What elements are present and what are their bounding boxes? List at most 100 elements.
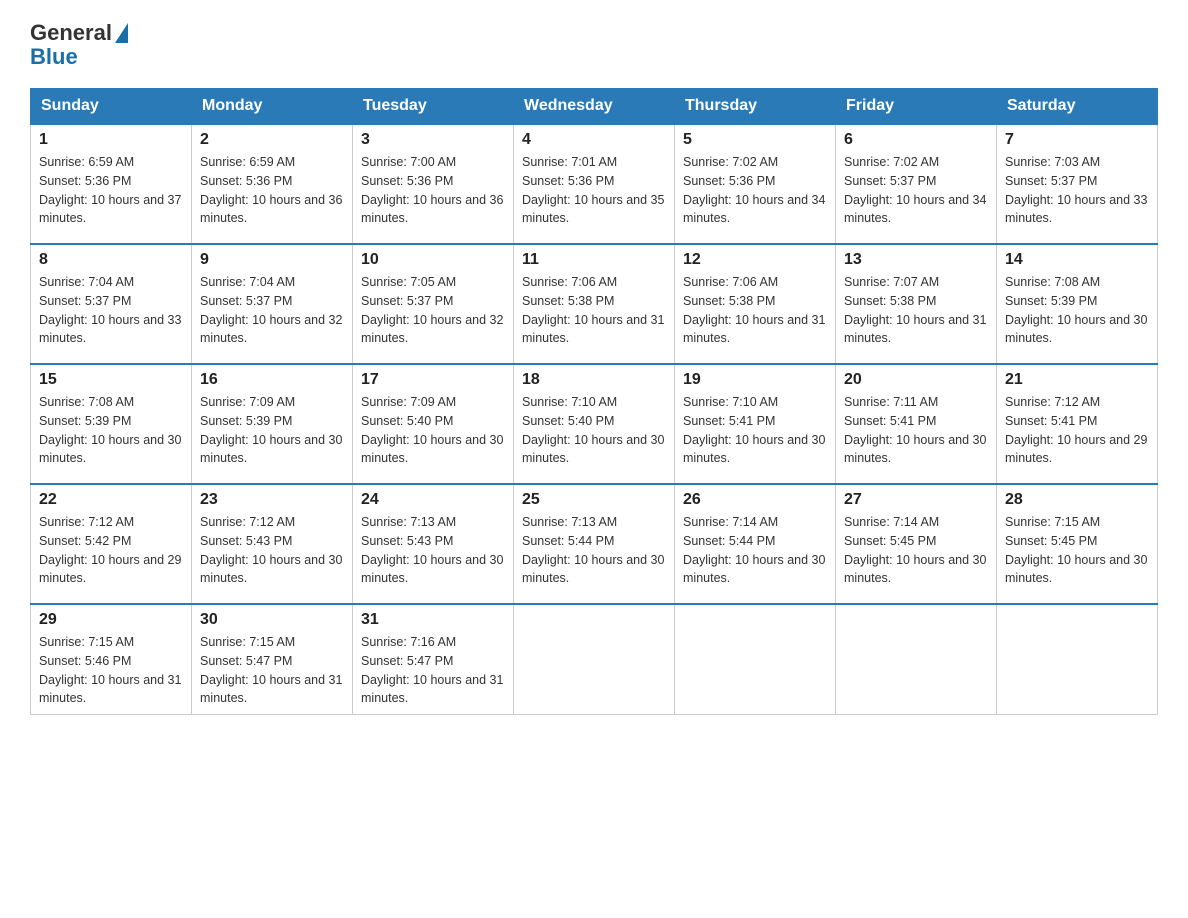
day-info: Sunrise: 7:06 AMSunset: 5:38 PMDaylight:… bbox=[522, 273, 666, 348]
day-info: Sunrise: 7:02 AMSunset: 5:36 PMDaylight:… bbox=[683, 153, 827, 228]
day-info: Sunrise: 7:09 AMSunset: 5:40 PMDaylight:… bbox=[361, 393, 505, 468]
day-info: Sunrise: 7:13 AMSunset: 5:43 PMDaylight:… bbox=[361, 513, 505, 588]
logo-blue-text: Blue bbox=[30, 44, 78, 70]
day-number: 3 bbox=[361, 131, 505, 149]
calendar-cell: 10 Sunrise: 7:05 AMSunset: 5:37 PMDaylig… bbox=[353, 244, 514, 364]
calendar-week-row: 15 Sunrise: 7:08 AMSunset: 5:39 PMDaylig… bbox=[31, 364, 1158, 484]
day-info: Sunrise: 7:03 AMSunset: 5:37 PMDaylight:… bbox=[1005, 153, 1149, 228]
day-info: Sunrise: 7:09 AMSunset: 5:39 PMDaylight:… bbox=[200, 393, 344, 468]
calendar-cell: 4 Sunrise: 7:01 AMSunset: 5:36 PMDayligh… bbox=[514, 124, 675, 244]
day-number: 12 bbox=[683, 251, 827, 269]
day-number: 8 bbox=[39, 251, 183, 269]
day-info: Sunrise: 7:12 AMSunset: 5:42 PMDaylight:… bbox=[39, 513, 183, 588]
day-info: Sunrise: 6:59 AMSunset: 5:36 PMDaylight:… bbox=[39, 153, 183, 228]
weekday-header-monday: Monday bbox=[192, 89, 353, 125]
calendar-cell: 25 Sunrise: 7:13 AMSunset: 5:44 PMDaylig… bbox=[514, 484, 675, 604]
day-info: Sunrise: 7:02 AMSunset: 5:37 PMDaylight:… bbox=[844, 153, 988, 228]
calendar-cell: 19 Sunrise: 7:10 AMSunset: 5:41 PMDaylig… bbox=[675, 364, 836, 484]
page-header: General Blue bbox=[30, 20, 1158, 70]
calendar-cell: 1 Sunrise: 6:59 AMSunset: 5:36 PMDayligh… bbox=[31, 124, 192, 244]
calendar-cell: 21 Sunrise: 7:12 AMSunset: 5:41 PMDaylig… bbox=[997, 364, 1158, 484]
calendar-cell: 12 Sunrise: 7:06 AMSunset: 5:38 PMDaylig… bbox=[675, 244, 836, 364]
calendar-cell: 22 Sunrise: 7:12 AMSunset: 5:42 PMDaylig… bbox=[31, 484, 192, 604]
day-info: Sunrise: 7:00 AMSunset: 5:36 PMDaylight:… bbox=[361, 153, 505, 228]
calendar-cell: 20 Sunrise: 7:11 AMSunset: 5:41 PMDaylig… bbox=[836, 364, 997, 484]
calendar-week-row: 29 Sunrise: 7:15 AMSunset: 5:46 PMDaylig… bbox=[31, 604, 1158, 715]
day-info: Sunrise: 7:01 AMSunset: 5:36 PMDaylight:… bbox=[522, 153, 666, 228]
day-info: Sunrise: 7:12 AMSunset: 5:43 PMDaylight:… bbox=[200, 513, 344, 588]
calendar-cell: 8 Sunrise: 7:04 AMSunset: 5:37 PMDayligh… bbox=[31, 244, 192, 364]
calendar-cell: 11 Sunrise: 7:06 AMSunset: 5:38 PMDaylig… bbox=[514, 244, 675, 364]
day-number: 19 bbox=[683, 371, 827, 389]
day-number: 22 bbox=[39, 491, 183, 509]
day-number: 17 bbox=[361, 371, 505, 389]
day-number: 26 bbox=[683, 491, 827, 509]
calendar-cell: 9 Sunrise: 7:04 AMSunset: 5:37 PMDayligh… bbox=[192, 244, 353, 364]
calendar-cell: 26 Sunrise: 7:14 AMSunset: 5:44 PMDaylig… bbox=[675, 484, 836, 604]
calendar-cell: 23 Sunrise: 7:12 AMSunset: 5:43 PMDaylig… bbox=[192, 484, 353, 604]
day-number: 31 bbox=[361, 611, 505, 629]
calendar-cell: 16 Sunrise: 7:09 AMSunset: 5:39 PMDaylig… bbox=[192, 364, 353, 484]
day-info: Sunrise: 7:10 AMSunset: 5:40 PMDaylight:… bbox=[522, 393, 666, 468]
day-info: Sunrise: 7:08 AMSunset: 5:39 PMDaylight:… bbox=[1005, 273, 1149, 348]
day-number: 7 bbox=[1005, 131, 1149, 149]
day-number: 29 bbox=[39, 611, 183, 629]
calendar-cell: 7 Sunrise: 7:03 AMSunset: 5:37 PMDayligh… bbox=[997, 124, 1158, 244]
calendar-cell bbox=[997, 604, 1158, 715]
day-number: 14 bbox=[1005, 251, 1149, 269]
day-info: Sunrise: 7:07 AMSunset: 5:38 PMDaylight:… bbox=[844, 273, 988, 348]
day-info: Sunrise: 7:12 AMSunset: 5:41 PMDaylight:… bbox=[1005, 393, 1149, 468]
day-info: Sunrise: 7:08 AMSunset: 5:39 PMDaylight:… bbox=[39, 393, 183, 468]
calendar-cell: 17 Sunrise: 7:09 AMSunset: 5:40 PMDaylig… bbox=[353, 364, 514, 484]
logo-general-text: General bbox=[30, 20, 112, 46]
logo: General Blue bbox=[30, 20, 128, 70]
day-number: 23 bbox=[200, 491, 344, 509]
calendar-cell: 2 Sunrise: 6:59 AMSunset: 5:36 PMDayligh… bbox=[192, 124, 353, 244]
logo-triangle-icon bbox=[115, 23, 128, 43]
day-info: Sunrise: 7:14 AMSunset: 5:45 PMDaylight:… bbox=[844, 513, 988, 588]
day-info: Sunrise: 7:10 AMSunset: 5:41 PMDaylight:… bbox=[683, 393, 827, 468]
day-info: Sunrise: 7:13 AMSunset: 5:44 PMDaylight:… bbox=[522, 513, 666, 588]
weekday-header-friday: Friday bbox=[836, 89, 997, 125]
calendar-cell bbox=[836, 604, 997, 715]
day-info: Sunrise: 7:11 AMSunset: 5:41 PMDaylight:… bbox=[844, 393, 988, 468]
day-info: Sunrise: 7:15 AMSunset: 5:47 PMDaylight:… bbox=[200, 633, 344, 708]
day-info: Sunrise: 6:59 AMSunset: 5:36 PMDaylight:… bbox=[200, 153, 344, 228]
day-number: 2 bbox=[200, 131, 344, 149]
day-number: 27 bbox=[844, 491, 988, 509]
weekday-header-tuesday: Tuesday bbox=[353, 89, 514, 125]
calendar-table: SundayMondayTuesdayWednesdayThursdayFrid… bbox=[30, 88, 1158, 715]
day-info: Sunrise: 7:05 AMSunset: 5:37 PMDaylight:… bbox=[361, 273, 505, 348]
day-number: 9 bbox=[200, 251, 344, 269]
calendar-cell: 6 Sunrise: 7:02 AMSunset: 5:37 PMDayligh… bbox=[836, 124, 997, 244]
day-number: 5 bbox=[683, 131, 827, 149]
calendar-cell: 24 Sunrise: 7:13 AMSunset: 5:43 PMDaylig… bbox=[353, 484, 514, 604]
day-number: 28 bbox=[1005, 491, 1149, 509]
calendar-cell: 13 Sunrise: 7:07 AMSunset: 5:38 PMDaylig… bbox=[836, 244, 997, 364]
calendar-cell: 14 Sunrise: 7:08 AMSunset: 5:39 PMDaylig… bbox=[997, 244, 1158, 364]
weekday-header-wednesday: Wednesday bbox=[514, 89, 675, 125]
calendar-cell: 30 Sunrise: 7:15 AMSunset: 5:47 PMDaylig… bbox=[192, 604, 353, 715]
day-number: 21 bbox=[1005, 371, 1149, 389]
day-number: 10 bbox=[361, 251, 505, 269]
day-info: Sunrise: 7:15 AMSunset: 5:46 PMDaylight:… bbox=[39, 633, 183, 708]
calendar-cell bbox=[675, 604, 836, 715]
calendar-cell bbox=[514, 604, 675, 715]
day-number: 13 bbox=[844, 251, 988, 269]
day-number: 15 bbox=[39, 371, 183, 389]
day-number: 4 bbox=[522, 131, 666, 149]
calendar-cell: 18 Sunrise: 7:10 AMSunset: 5:40 PMDaylig… bbox=[514, 364, 675, 484]
day-info: Sunrise: 7:06 AMSunset: 5:38 PMDaylight:… bbox=[683, 273, 827, 348]
day-number: 20 bbox=[844, 371, 988, 389]
weekday-header-saturday: Saturday bbox=[997, 89, 1158, 125]
day-number: 16 bbox=[200, 371, 344, 389]
calendar-week-row: 8 Sunrise: 7:04 AMSunset: 5:37 PMDayligh… bbox=[31, 244, 1158, 364]
day-number: 6 bbox=[844, 131, 988, 149]
day-number: 24 bbox=[361, 491, 505, 509]
calendar-cell: 5 Sunrise: 7:02 AMSunset: 5:36 PMDayligh… bbox=[675, 124, 836, 244]
day-info: Sunrise: 7:15 AMSunset: 5:45 PMDaylight:… bbox=[1005, 513, 1149, 588]
weekday-header-row: SundayMondayTuesdayWednesdayThursdayFrid… bbox=[31, 89, 1158, 125]
calendar-cell: 29 Sunrise: 7:15 AMSunset: 5:46 PMDaylig… bbox=[31, 604, 192, 715]
day-number: 1 bbox=[39, 131, 183, 149]
weekday-header-thursday: Thursday bbox=[675, 89, 836, 125]
